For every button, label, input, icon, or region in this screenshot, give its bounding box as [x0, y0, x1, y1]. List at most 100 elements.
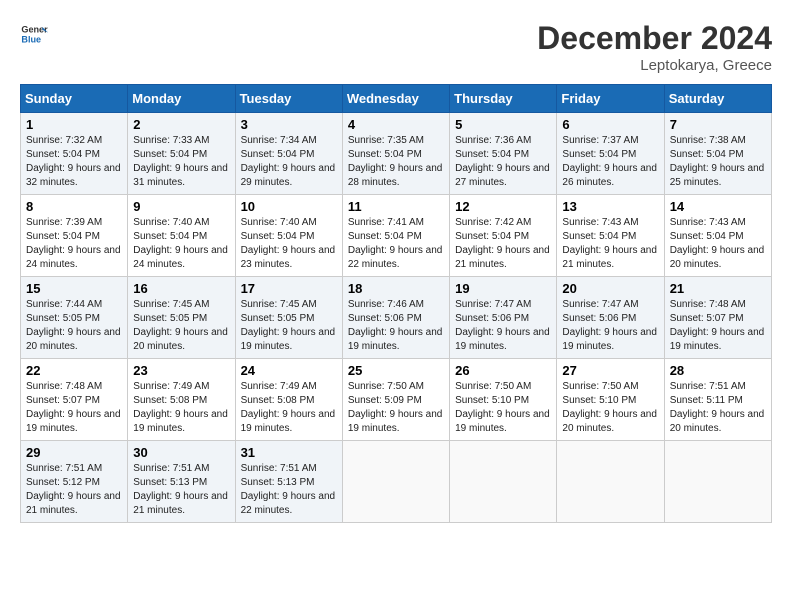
calendar-cell: 30 Sunrise: 7:51 AMSunset: 5:13 PMDaylig…: [128, 441, 235, 523]
day-info: Sunrise: 7:36 AMSunset: 5:04 PMDaylight:…: [455, 134, 551, 190]
calendar-week-3: 15 Sunrise: 7:44 AMSunset: 5:05 PMDaylig…: [21, 277, 772, 359]
weekday-header-row: SundayMondayTuesdayWednesdayThursdayFrid…: [21, 85, 772, 113]
day-number: 9: [133, 199, 229, 214]
calendar-cell: 3 Sunrise: 7:34 AMSunset: 5:04 PMDayligh…: [235, 113, 342, 195]
calendar-cell: 26 Sunrise: 7:50 AMSunset: 5:10 PMDaylig…: [450, 359, 557, 441]
day-number: 23: [133, 363, 229, 378]
calendar-week-5: 29 Sunrise: 7:51 AMSunset: 5:12 PMDaylig…: [21, 441, 772, 523]
day-info: Sunrise: 7:50 AMSunset: 5:10 PMDaylight:…: [562, 380, 658, 436]
day-number: 24: [241, 363, 337, 378]
logo: General Blue: [20, 20, 48, 48]
calendar-cell: 20 Sunrise: 7:47 AMSunset: 5:06 PMDaylig…: [557, 277, 664, 359]
day-info: Sunrise: 7:40 AMSunset: 5:04 PMDaylight:…: [133, 216, 229, 272]
calendar-week-1: 1 Sunrise: 7:32 AMSunset: 5:04 PMDayligh…: [21, 113, 772, 195]
header: General Blue December 2024 Leptokarya, G…: [20, 20, 772, 74]
day-info: Sunrise: 7:37 AMSunset: 5:04 PMDaylight:…: [562, 134, 658, 190]
weekday-header-saturday: Saturday: [664, 85, 771, 113]
weekday-header-sunday: Sunday: [21, 85, 128, 113]
day-info: Sunrise: 7:34 AMSunset: 5:04 PMDaylight:…: [241, 134, 337, 190]
day-info: Sunrise: 7:51 AMSunset: 5:11 PMDaylight:…: [670, 380, 766, 436]
day-number: 2: [133, 117, 229, 132]
calendar-cell: 28 Sunrise: 7:51 AMSunset: 5:11 PMDaylig…: [664, 359, 771, 441]
weekday-header-monday: Monday: [128, 85, 235, 113]
calendar-cell: 2 Sunrise: 7:33 AMSunset: 5:04 PMDayligh…: [128, 113, 235, 195]
day-number: 22: [26, 363, 122, 378]
day-info: Sunrise: 7:43 AMSunset: 5:04 PMDaylight:…: [562, 216, 658, 272]
day-number: 3: [241, 117, 337, 132]
day-info: Sunrise: 7:32 AMSunset: 5:04 PMDaylight:…: [26, 134, 122, 190]
day-info: Sunrise: 7:41 AMSunset: 5:04 PMDaylight:…: [348, 216, 444, 272]
day-info: Sunrise: 7:47 AMSunset: 5:06 PMDaylight:…: [562, 298, 658, 354]
calendar-cell: [450, 441, 557, 523]
day-info: Sunrise: 7:38 AMSunset: 5:04 PMDaylight:…: [670, 134, 766, 190]
day-number: 20: [562, 281, 658, 296]
day-info: Sunrise: 7:45 AMSunset: 5:05 PMDaylight:…: [241, 298, 337, 354]
weekday-header-wednesday: Wednesday: [342, 85, 449, 113]
day-info: Sunrise: 7:49 AMSunset: 5:08 PMDaylight:…: [241, 380, 337, 436]
weekday-header-tuesday: Tuesday: [235, 85, 342, 113]
calendar-cell: 6 Sunrise: 7:37 AMSunset: 5:04 PMDayligh…: [557, 113, 664, 195]
day-info: Sunrise: 7:47 AMSunset: 5:06 PMDaylight:…: [455, 298, 551, 354]
day-info: Sunrise: 7:51 AMSunset: 5:13 PMDaylight:…: [133, 462, 229, 518]
day-info: Sunrise: 7:33 AMSunset: 5:04 PMDaylight:…: [133, 134, 229, 190]
day-info: Sunrise: 7:43 AMSunset: 5:04 PMDaylight:…: [670, 216, 766, 272]
calendar-cell: 22 Sunrise: 7:48 AMSunset: 5:07 PMDaylig…: [21, 359, 128, 441]
day-number: 6: [562, 117, 658, 132]
calendar-cell: 11 Sunrise: 7:41 AMSunset: 5:04 PMDaylig…: [342, 195, 449, 277]
weekday-header-friday: Friday: [557, 85, 664, 113]
calendar-cell: 13 Sunrise: 7:43 AMSunset: 5:04 PMDaylig…: [557, 195, 664, 277]
day-info: Sunrise: 7:44 AMSunset: 5:05 PMDaylight:…: [26, 298, 122, 354]
svg-text:Blue: Blue: [21, 34, 41, 44]
day-number: 1: [26, 117, 122, 132]
day-info: Sunrise: 7:51 AMSunset: 5:12 PMDaylight:…: [26, 462, 122, 518]
day-number: 26: [455, 363, 551, 378]
calendar-cell: [557, 441, 664, 523]
day-number: 11: [348, 199, 444, 214]
calendar-cell: 23 Sunrise: 7:49 AMSunset: 5:08 PMDaylig…: [128, 359, 235, 441]
calendar-cell: 25 Sunrise: 7:50 AMSunset: 5:09 PMDaylig…: [342, 359, 449, 441]
calendar-cell: 8 Sunrise: 7:39 AMSunset: 5:04 PMDayligh…: [21, 195, 128, 277]
calendar-cell: 27 Sunrise: 7:50 AMSunset: 5:10 PMDaylig…: [557, 359, 664, 441]
calendar-cell: 12 Sunrise: 7:42 AMSunset: 5:04 PMDaylig…: [450, 195, 557, 277]
day-number: 7: [670, 117, 766, 132]
day-number: 4: [348, 117, 444, 132]
calendar-cell: 19 Sunrise: 7:47 AMSunset: 5:06 PMDaylig…: [450, 277, 557, 359]
location: Leptokarya, Greece: [537, 57, 772, 74]
calendar-cell: 14 Sunrise: 7:43 AMSunset: 5:04 PMDaylig…: [664, 195, 771, 277]
calendar-cell: 10 Sunrise: 7:40 AMSunset: 5:04 PMDaylig…: [235, 195, 342, 277]
calendar-cell: 5 Sunrise: 7:36 AMSunset: 5:04 PMDayligh…: [450, 113, 557, 195]
day-number: 13: [562, 199, 658, 214]
day-number: 18: [348, 281, 444, 296]
calendar-cell: 24 Sunrise: 7:49 AMSunset: 5:08 PMDaylig…: [235, 359, 342, 441]
day-info: Sunrise: 7:50 AMSunset: 5:09 PMDaylight:…: [348, 380, 444, 436]
day-info: Sunrise: 7:48 AMSunset: 5:07 PMDaylight:…: [670, 298, 766, 354]
day-number: 5: [455, 117, 551, 132]
day-number: 17: [241, 281, 337, 296]
day-number: 8: [26, 199, 122, 214]
day-info: Sunrise: 7:48 AMSunset: 5:07 PMDaylight:…: [26, 380, 122, 436]
day-number: 12: [455, 199, 551, 214]
day-number: 27: [562, 363, 658, 378]
day-number: 21: [670, 281, 766, 296]
day-number: 25: [348, 363, 444, 378]
day-info: Sunrise: 7:46 AMSunset: 5:06 PMDaylight:…: [348, 298, 444, 354]
day-info: Sunrise: 7:45 AMSunset: 5:05 PMDaylight:…: [133, 298, 229, 354]
calendar-cell: [342, 441, 449, 523]
day-number: 15: [26, 281, 122, 296]
day-info: Sunrise: 7:40 AMSunset: 5:04 PMDaylight:…: [241, 216, 337, 272]
day-number: 16: [133, 281, 229, 296]
day-info: Sunrise: 7:35 AMSunset: 5:04 PMDaylight:…: [348, 134, 444, 190]
logo-icon: General Blue: [20, 20, 48, 48]
calendar-week-4: 22 Sunrise: 7:48 AMSunset: 5:07 PMDaylig…: [21, 359, 772, 441]
calendar-cell: 18 Sunrise: 7:46 AMSunset: 5:06 PMDaylig…: [342, 277, 449, 359]
day-number: 10: [241, 199, 337, 214]
calendar-cell: 16 Sunrise: 7:45 AMSunset: 5:05 PMDaylig…: [128, 277, 235, 359]
calendar-cell: 7 Sunrise: 7:38 AMSunset: 5:04 PMDayligh…: [664, 113, 771, 195]
day-info: Sunrise: 7:39 AMSunset: 5:04 PMDaylight:…: [26, 216, 122, 272]
title-area: December 2024 Leptokarya, Greece: [537, 20, 772, 74]
day-number: 19: [455, 281, 551, 296]
month-title: December 2024: [537, 20, 772, 57]
calendar-cell: 31 Sunrise: 7:51 AMSunset: 5:13 PMDaylig…: [235, 441, 342, 523]
calendar-cell: 29 Sunrise: 7:51 AMSunset: 5:12 PMDaylig…: [21, 441, 128, 523]
calendar-week-2: 8 Sunrise: 7:39 AMSunset: 5:04 PMDayligh…: [21, 195, 772, 277]
